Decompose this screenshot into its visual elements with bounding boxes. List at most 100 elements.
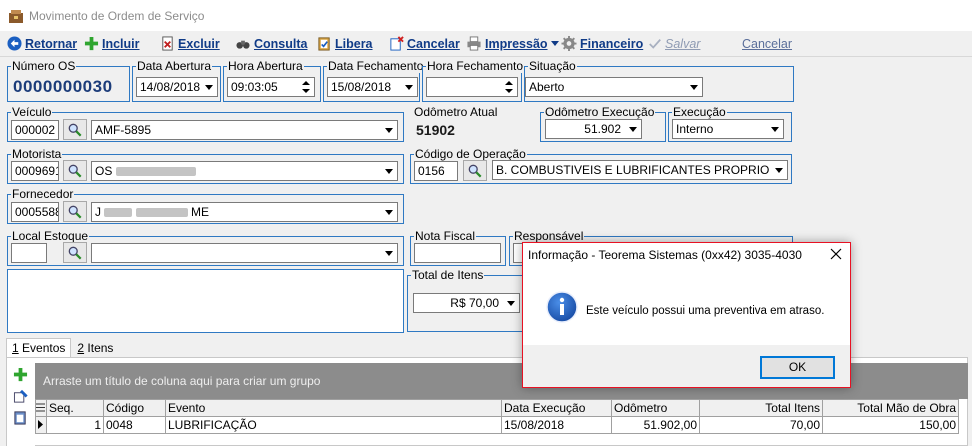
table-cell[interactable]: 70,00 <box>699 416 823 434</box>
operacao-nome-select[interactable]: B. COMBUSTIVEIS E LUBRIFICANTES PROPRIO <box>492 160 788 180</box>
chevron-down-icon <box>385 169 393 174</box>
chevron-down-icon <box>629 127 637 132</box>
table-cell[interactable]: 51.902,00 <box>611 416 700 434</box>
gear-coins-icon <box>561 36 577 51</box>
cancel-document-icon <box>390 36 404 51</box>
situacao-group: Situação Aberto <box>524 59 794 102</box>
motorista-nome-select[interactable]: OS <box>91 161 398 181</box>
veiculo-codigo-field[interactable]: 000002 <box>11 120 59 140</box>
spin-up-icon[interactable] <box>502 79 516 87</box>
delete-document-icon <box>162 36 173 51</box>
table-cell[interactable]: 0048 <box>103 416 166 434</box>
fornecedor-nome-select[interactable]: J ME <box>91 202 398 222</box>
data-fechamento-field[interactable]: 15/08/2018 <box>327 77 418 97</box>
chevron-down-icon <box>507 301 515 306</box>
execucao-select[interactable]: Interno <box>672 119 784 139</box>
hora-fechamento-field[interactable] <box>426 77 518 97</box>
tab-eventos[interactable]: 1 Eventos <box>6 338 72 357</box>
fornecedor-codigo-field[interactable]: 0005588 <box>11 202 59 222</box>
info-icon <box>546 291 578 323</box>
add-row-icon[interactable] <box>13 367 28 382</box>
spin-down-icon[interactable] <box>299 87 313 95</box>
magnifier-icon <box>68 123 82 136</box>
magnifier-icon <box>468 164 482 177</box>
motorista-lookup-button[interactable] <box>63 160 87 181</box>
redacted-text <box>135 208 188 218</box>
toolbar: Retornar Incluir Excluir Consulta Libera… <box>0 31 972 57</box>
nota-fiscal-field[interactable] <box>414 243 501 263</box>
magnifier-icon <box>68 205 82 218</box>
table-header: Seq. Código Evento Data Execução Odômetr… <box>35 399 959 417</box>
total-itens-field[interactable]: R$ 70,00 <box>413 293 520 313</box>
tab-bar: 1 Eventos 2 Itens <box>6 338 119 357</box>
table-row[interactable]: 1 0048 LUBRIFICAÇÃO 15/08/2018 51.902,00… <box>35 416 959 434</box>
cancelar-edit-button[interactable]: Cancelar <box>742 31 792 56</box>
column-header-data-execucao[interactable]: Data Execução <box>501 399 612 417</box>
binoculars-icon <box>236 40 250 49</box>
consulta-button[interactable]: Consulta <box>235 31 307 56</box>
local-estoque-codigo-field[interactable] <box>11 243 47 263</box>
dialog-message: Este veículo possui uma preventiva em at… <box>586 305 825 317</box>
tab-itens[interactable]: 2 Itens <box>71 338 119 357</box>
column-chooser-icon[interactable] <box>35 399 47 417</box>
row-indicator-icon <box>35 416 47 434</box>
motorista-codigo-field[interactable]: 0009691 <box>11 161 59 181</box>
table-cell[interactable]: 150,00 <box>822 416 959 434</box>
nota-fiscal-group: Nota Fiscal <box>410 229 506 266</box>
column-header-codigo[interactable]: Código <box>103 399 166 417</box>
spin-down-icon[interactable] <box>502 87 516 95</box>
fornecedor-lookup-button[interactable] <box>63 201 87 222</box>
column-header-total-mao-de-obra[interactable]: Total Mão de Obra <box>822 399 959 417</box>
situacao-select[interactable]: Aberto <box>525 77 703 97</box>
incluir-button[interactable]: Incluir <box>84 31 140 56</box>
libera-button[interactable]: Libera <box>317 31 373 56</box>
column-header-evento[interactable]: Evento <box>165 399 502 417</box>
column-header-odometro[interactable]: Odômetro <box>611 399 700 417</box>
numero-os-group: Número OS 0000000030 <box>7 59 130 102</box>
grid-side-toolbar <box>7 358 35 446</box>
plus-icon <box>84 36 99 51</box>
column-header-seq[interactable]: Seq. <box>46 399 104 417</box>
clipboard-icon[interactable] <box>13 410 28 425</box>
excluir-button[interactable]: Excluir <box>160 31 220 56</box>
salvar-button[interactable]: Salvar <box>648 31 700 56</box>
column-header-total-itens[interactable]: Total Itens <box>699 399 823 417</box>
financeiro-button[interactable]: Financeiro <box>561 31 643 56</box>
veiculo-lookup-button[interactable] <box>63 119 87 140</box>
redacted-text <box>115 167 196 177</box>
redacted-text <box>104 208 133 218</box>
time-spinner[interactable] <box>299 79 313 95</box>
odometro-execucao-field[interactable]: 51.902 <box>545 119 642 139</box>
local-estoque-select[interactable] <box>91 243 398 263</box>
observacao-textarea[interactable] <box>7 269 404 333</box>
time-spinner[interactable] <box>502 79 516 95</box>
magnifier-icon <box>68 246 82 259</box>
edit-row-icon[interactable] <box>13 389 29 404</box>
chevron-down-icon <box>385 210 393 215</box>
operacao-lookup-button[interactable] <box>463 160 487 181</box>
info-dialog: Informação - Teorema Sistemas (0xx42) 30… <box>522 242 851 388</box>
veiculo-placa-select[interactable]: AMF-5895 <box>91 120 398 140</box>
table-cell[interactable]: 15/08/2018 <box>501 416 612 434</box>
magnifier-icon <box>68 164 82 177</box>
table-cell[interactable]: 1 <box>46 416 104 434</box>
data-abertura-group: Data Abertura 14/08/2018 <box>132 59 221 102</box>
cancelar-button[interactable]: Cancelar <box>389 31 460 56</box>
ok-button[interactable]: OK <box>760 356 835 379</box>
chevron-down-icon <box>771 127 779 132</box>
close-icon[interactable] <box>829 246 843 262</box>
clipboard-check-icon <box>318 37 330 51</box>
odometro-execucao-group: Odômetro Execução 51.902 <box>540 105 666 142</box>
impressao-button[interactable]: Impressão <box>466 31 559 56</box>
operacao-codigo-field[interactable]: 0156 <box>414 161 458 181</box>
spin-up-icon[interactable] <box>299 79 313 87</box>
hora-abertura-field[interactable]: 09:03:05 <box>227 77 315 97</box>
hora-abertura-group: Hora Abertura 09:03:05 <box>223 59 321 102</box>
retornar-button[interactable]: Retornar <box>7 31 77 56</box>
chevron-down-icon <box>690 85 698 90</box>
app-icon <box>9 10 23 23</box>
data-abertura-field[interactable]: 14/08/2018 <box>136 77 218 97</box>
local-estoque-lookup-button[interactable] <box>63 242 87 263</box>
table-cell[interactable]: LUBRIFICAÇÃO <box>165 416 502 434</box>
fornecedor-group: Fornecedor 0005588 J ME <box>7 187 404 224</box>
